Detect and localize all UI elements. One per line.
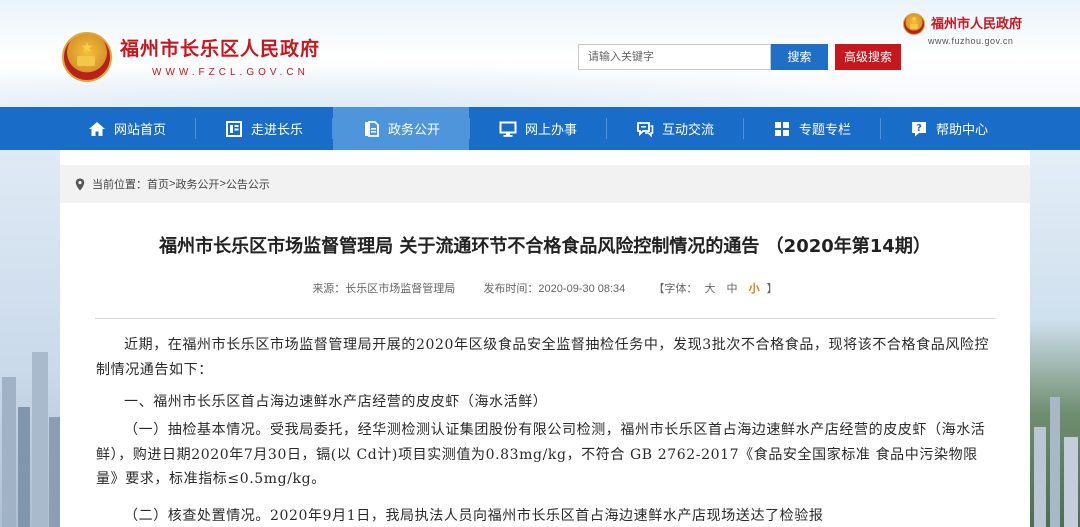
site-url: WWW.FZCL.GOV.CN <box>152 67 309 78</box>
article-paragraph: （一）抽检基本情况。受我局委托，经华测检测认证集团股份有限公司检测，福州市长乐区… <box>96 422 986 487</box>
breadcrumb-home[interactable]: 首页 <box>147 176 169 192</box>
chat-icon <box>637 121 654 137</box>
advanced-search-button[interactable]: 高级搜索 <box>835 44 901 70</box>
nav-label: 专题专栏 <box>798 122 851 137</box>
breadcrumb-prefix: 当前位置： <box>92 179 147 191</box>
nav-label: 网上办事 <box>524 122 577 137</box>
font-size-close: 】 <box>766 283 778 295</box>
nav-label: 网站首页 <box>113 122 166 137</box>
nav-item-online-services[interactable]: 网上办事 <box>470 107 606 150</box>
divider <box>95 318 995 319</box>
tiananmen-icon <box>910 24 918 29</box>
breadcrumb: 当前位置： 首页 > 政务公开 > 公告公示 <box>60 165 1030 203</box>
breadcrumb-government-affairs[interactable]: 政务公开 <box>175 176 219 192</box>
article-title: 福州市长乐区市场监督管理局 关于流通环节不合格食品风险控制情况的通告 （2020… <box>159 236 931 257</box>
nav-item-about[interactable]: 走进长乐 <box>196 107 332 150</box>
font-size-large[interactable]: 大 <box>704 283 715 295</box>
nav-item-government-affairs[interactable]: 政务公开 <box>333 107 469 150</box>
nav-item-home[interactable]: 网站首页 <box>59 107 195 150</box>
breadcrumb-announcements[interactable]: 公告公示 <box>226 176 270 192</box>
home-icon <box>88 121 105 136</box>
article-publish-time: 发布时间：2020-09-30 08:34 <box>483 283 626 295</box>
nav-label: 政务公开 <box>387 122 440 137</box>
fuzhou-gov-url[interactable]: www.fuzhou.gov.cn <box>928 36 1013 46</box>
location-pin-icon <box>75 178 85 190</box>
grid-icon <box>774 121 789 136</box>
monitor-icon <box>499 121 517 137</box>
nav-label: 走进长乐 <box>250 122 303 137</box>
national-emblem-logo[interactable]: ★ <box>62 32 112 82</box>
fuzhou-gov-link[interactable]: 福州市人民政府 <box>931 13 1022 32</box>
nav-item-help-center[interactable]: ? 帮助中心 <box>881 107 1017 150</box>
document-icon <box>364 120 379 137</box>
star-icon: ★ <box>910 15 918 23</box>
font-size-label: 【字体： <box>653 283 698 295</box>
book-icon <box>225 120 242 137</box>
city-skyline-right <box>1030 150 1080 527</box>
search-input[interactable] <box>578 44 771 70</box>
tiananmen-icon <box>77 56 95 66</box>
star-icon: ★ <box>80 40 94 56</box>
nav-label: 互动交流 <box>661 122 714 137</box>
article-section-heading: 一、福州市长乐区首占海边速鲜水产店经营的皮皮虾（海水活鲜） <box>124 394 548 410</box>
nav-item-special-topics[interactable]: 专题专栏 <box>744 107 880 150</box>
svg-text:?: ? <box>916 123 922 134</box>
font-size-medium[interactable]: 中 <box>727 283 738 295</box>
header-background <box>0 55 1080 107</box>
fuzhou-emblem-logo[interactable]: ★ <box>903 13 925 35</box>
help-icon: ? <box>911 121 926 136</box>
article-source: 来源：长乐区市场监督管理局 <box>312 283 456 295</box>
article-meta: 来源：长乐区市场监督管理局 发布时间：2020-09-30 08:34 【字体：… <box>60 280 1030 296</box>
search-button[interactable]: 搜索 <box>771 44 828 70</box>
nav-item-interaction[interactable]: 互动交流 <box>607 107 743 150</box>
city-skyline-left <box>0 150 60 527</box>
article-paragraph: 近期，在福州市长乐区市场监督管理局开展的2020年区级食品安全监督抽检任务中，发… <box>96 337 990 378</box>
nav-label: 帮助中心 <box>935 122 988 137</box>
article-paragraph: （二）核查处置情况。2020年9月1日，我局执法人员向福州市长乐区首占海边速鲜水… <box>124 508 824 524</box>
font-size-small[interactable]: 小 <box>749 283 760 295</box>
main-nav: 网站首页 走进长乐 政务公开 网上办事 互动交流 专题专栏 ? 帮助中心 <box>0 107 1080 150</box>
site-title[interactable]: 福州市长乐区人民政府 <box>120 34 320 61</box>
